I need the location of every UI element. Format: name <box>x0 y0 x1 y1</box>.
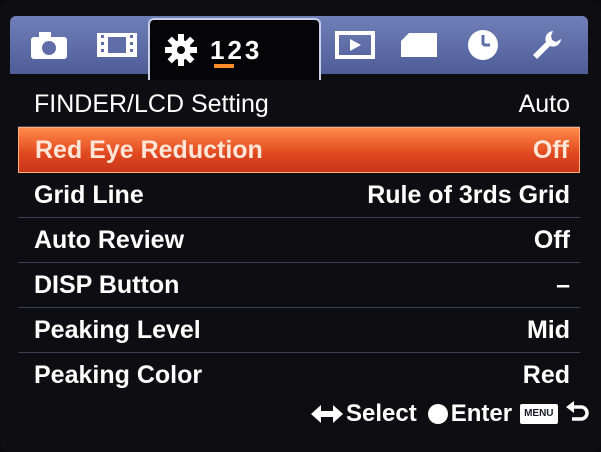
back-arrow-icon <box>565 401 589 421</box>
menu-button-icon: MENU <box>520 404 558 424</box>
menu-item-label: Grid Line <box>34 180 144 209</box>
menu-item-value: – <box>556 270 570 299</box>
menu-item-value: Mid <box>526 315 570 344</box>
settings-menu: FINDER/LCD Setting Auto Red Eye Reductio… <box>18 82 580 397</box>
page-indicator: 123 <box>210 34 263 65</box>
menu-item-auto-review[interactable]: Auto Review Off <box>18 218 580 263</box>
menu-item-red-eye-reduction[interactable]: Red Eye Reduction Off <box>18 127 580 173</box>
gear-icon <box>165 34 197 66</box>
playback-icon <box>335 31 375 59</box>
menu-item-label: Peaking Color <box>34 360 203 389</box>
center-button-icon <box>427 404 448 424</box>
camera-screen: 123 FINDER/LCD Setting Auto Red Eye Redu… <box>0 0 601 452</box>
menu-item-label: Red Eye Reduction <box>35 135 263 164</box>
wrench-icon <box>533 31 561 59</box>
menu-item-label: FINDER/LCD Setting <box>34 89 269 118</box>
menu-item-value: Off <box>532 135 569 164</box>
menu-item-grid-line[interactable]: Grid Line Rule of 3rds Grid <box>18 173 580 218</box>
menu-item-finder-lcd-setting[interactable]: FINDER/LCD Setting Auto <box>18 82 580 127</box>
menu-item-peaking-level[interactable]: Peaking Level Mid <box>18 308 580 353</box>
tab-custom-settings[interactable]: 123 <box>148 18 321 80</box>
tab-clock[interactable] <box>458 16 508 74</box>
menu-item-label: Auto Review <box>34 225 185 254</box>
current-page-marker <box>214 64 234 68</box>
menu-item-value: Red <box>522 360 570 389</box>
clock-icon <box>468 30 498 60</box>
memory-card-icon <box>401 33 437 57</box>
menu-item-peaking-color[interactable]: Peaking Color Red <box>18 353 580 397</box>
menu-item-label: DISP Button <box>34 270 180 299</box>
tab-camera[interactable] <box>24 16 74 74</box>
menu-item-value: Rule of 3rds Grid <box>367 180 570 209</box>
camera-icon <box>31 32 67 59</box>
tab-setup[interactable] <box>522 16 572 74</box>
menu-item-label: Peaking Level <box>34 315 201 344</box>
enter-hint: Enter <box>450 400 513 427</box>
film-icon <box>97 33 137 57</box>
select-hint: Select <box>346 400 417 427</box>
tab-playback[interactable] <box>330 16 380 74</box>
menu-item-value: Off <box>533 225 570 254</box>
button-guide: Select Enter MENU <box>310 394 590 434</box>
left-right-arrows-icon <box>311 405 343 423</box>
tab-memory-card[interactable] <box>394 16 444 74</box>
tab-movie[interactable] <box>90 16 144 74</box>
menu-item-disp-button[interactable]: DISP Button – <box>18 263 580 308</box>
menu-item-value: Auto <box>518 89 570 118</box>
